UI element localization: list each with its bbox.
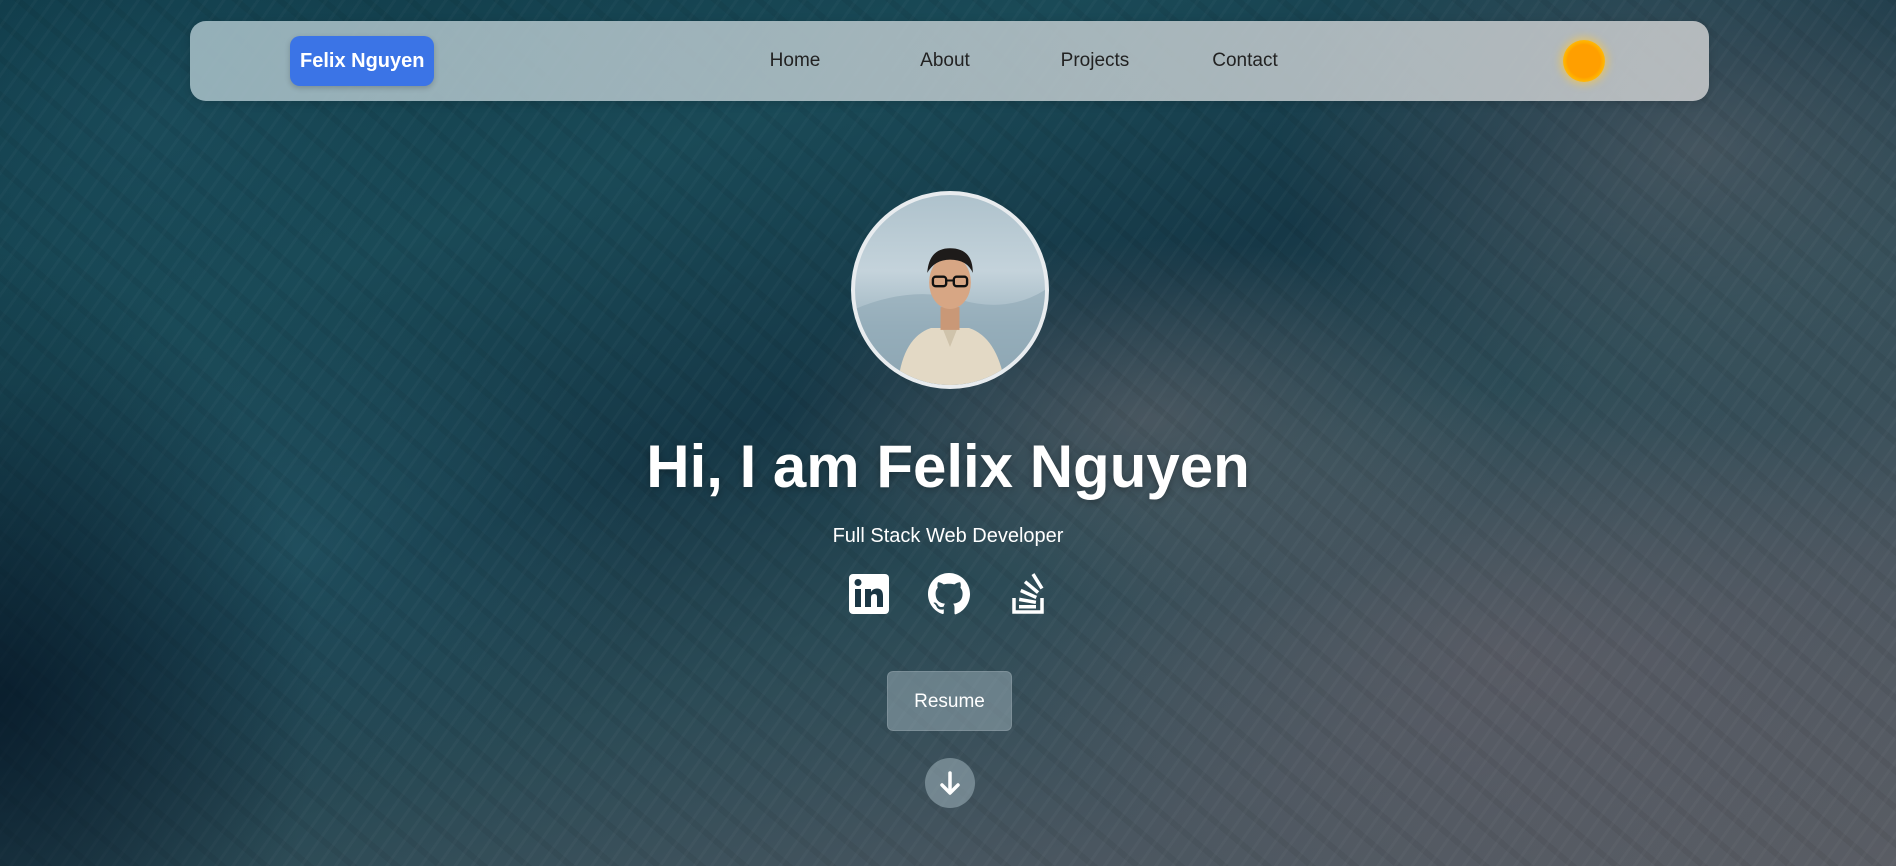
avatar <box>851 191 1049 389</box>
resume-button[interactable]: Resume <box>887 671 1012 731</box>
github-icon[interactable] <box>925 570 973 618</box>
nav-link-contact[interactable]: Contact <box>1170 50 1320 72</box>
arrow-down-icon[interactable] <box>925 758 975 808</box>
nav-links: Home About Projects Contact <box>720 21 1320 101</box>
navbar: Felix Nguyen Home About Projects Contact <box>190 21 1709 101</box>
sun-icon[interactable] <box>1563 40 1605 82</box>
brand-button[interactable]: Felix Nguyen <box>290 36 435 86</box>
linkedin-icon[interactable] <box>845 570 893 618</box>
hero-section: Hi, I am Felix Nguyen Full Stack Web Dev… <box>0 0 1896 866</box>
stackoverflow-icon[interactable] <box>1005 570 1053 618</box>
nav-link-about[interactable]: About <box>870 50 1020 72</box>
nav-link-projects[interactable]: Projects <box>1020 50 1170 72</box>
hero-subtitle: Full Stack Web Developer <box>832 525 1064 547</box>
social-links <box>845 570 1055 618</box>
nav-link-home[interactable]: Home <box>720 50 870 72</box>
hero-heading: Hi, I am Felix Nguyen <box>646 433 1250 500</box>
